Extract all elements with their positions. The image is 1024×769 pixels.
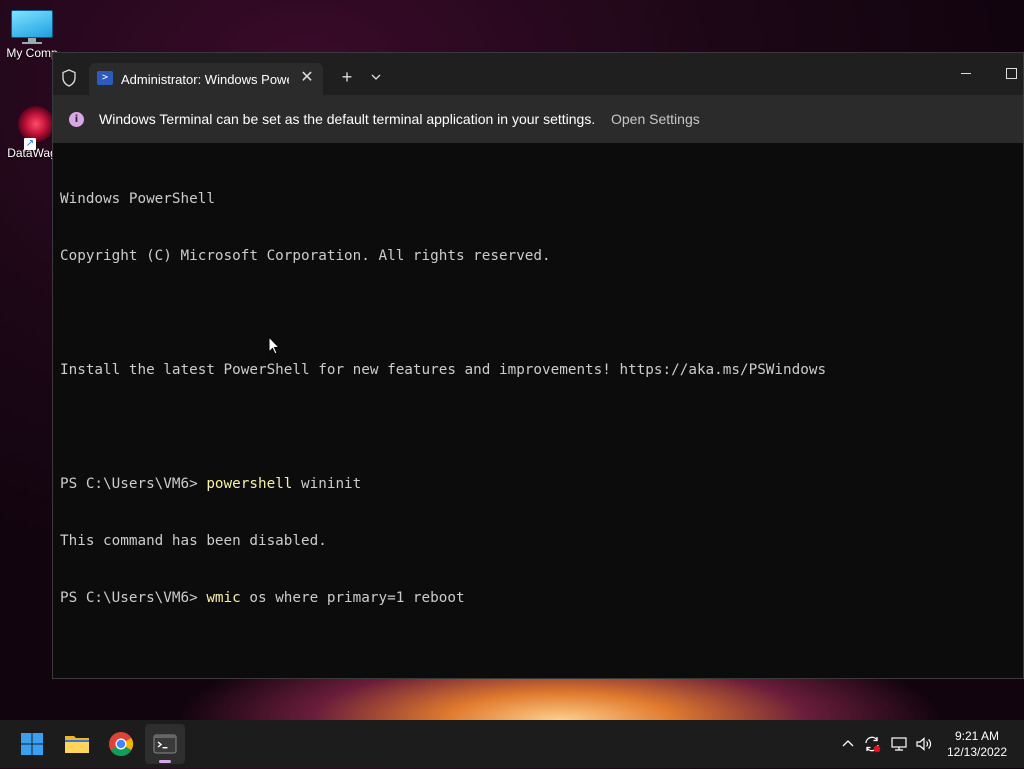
active-app-indicator [159,760,171,763]
clock-date: 12/13/2022 [946,745,1008,759]
console-command-line: PS C:\Users\VM6> wmic os where primary=1… [60,589,1010,608]
terminal-taskbar-button[interactable] [145,724,185,764]
tab-close-button[interactable]: ✕ [297,68,317,88]
command-name: powershell [206,476,293,492]
console-line: This command has been disabled. [60,533,327,549]
chrome-button[interactable] [101,724,141,764]
terminal-icon [153,734,177,754]
info-message: Windows Terminal can be set as the defau… [99,111,596,127]
console-line: Copyright (C) Microsoft Corporation. All… [60,248,551,264]
powershell-icon: > [97,71,113,85]
file-explorer-icon [65,736,89,753]
maximize-button[interactable] [997,61,1023,85]
console-command-line: PS C:\Users\VM6> powershell wininit [60,475,1010,494]
command-args: os where primary=1 reboot [240,590,465,606]
console-line: Install the latest PowerShell for new fe… [60,362,827,378]
info-bar: i Windows Terminal can be set as the def… [53,95,1023,143]
shortcut-arrow-icon: ↗ [24,138,36,150]
command-args: wininit [292,476,362,492]
tab-title: Administrator: Windows Powe [121,72,289,87]
windows-start-icon [21,733,43,755]
system-clock[interactable]: 9:21 AM 12/13/2022 [940,728,1014,760]
file-explorer-button[interactable] [57,724,97,764]
shield-icon [62,69,76,87]
chevron-down-icon[interactable] [367,65,385,89]
minimize-button[interactable] [951,61,981,85]
tab-powershell[interactable]: > Administrator: Windows Powe ✕ [89,63,323,95]
terminal-window: > Administrator: Windows Powe ✕ + i Wind… [52,52,1024,679]
computer-icon [11,10,53,44]
new-tab-button[interactable]: + [337,65,357,89]
prompt: PS C:\Users\VM6> [60,590,207,606]
chevron-up-icon[interactable] [838,734,858,754]
prompt: PS C:\Users\VM6> [60,476,207,492]
clock-time: 9:21 AM [954,729,1000,743]
network-icon[interactable] [889,734,909,754]
datawag-app-icon: ↗ [12,104,54,150]
title-bar[interactable]: > Administrator: Windows Powe ✕ + [53,53,1023,95]
command-name: wmic [206,590,241,606]
volume-icon[interactable] [914,734,934,754]
console-line: Windows PowerShell [60,191,215,207]
info-icon: i [69,112,84,127]
start-button[interactable] [12,724,52,764]
mouse-pointer-icon [268,336,280,355]
open-settings-link[interactable]: Open Settings [611,111,700,127]
console-output[interactable]: Windows PowerShell Copyright (C) Microso… [60,152,1010,652]
taskbar: 9:21 AM 12/13/2022 [0,720,1024,768]
chrome-icon [109,732,134,757]
sync-icon[interactable] [862,734,882,754]
